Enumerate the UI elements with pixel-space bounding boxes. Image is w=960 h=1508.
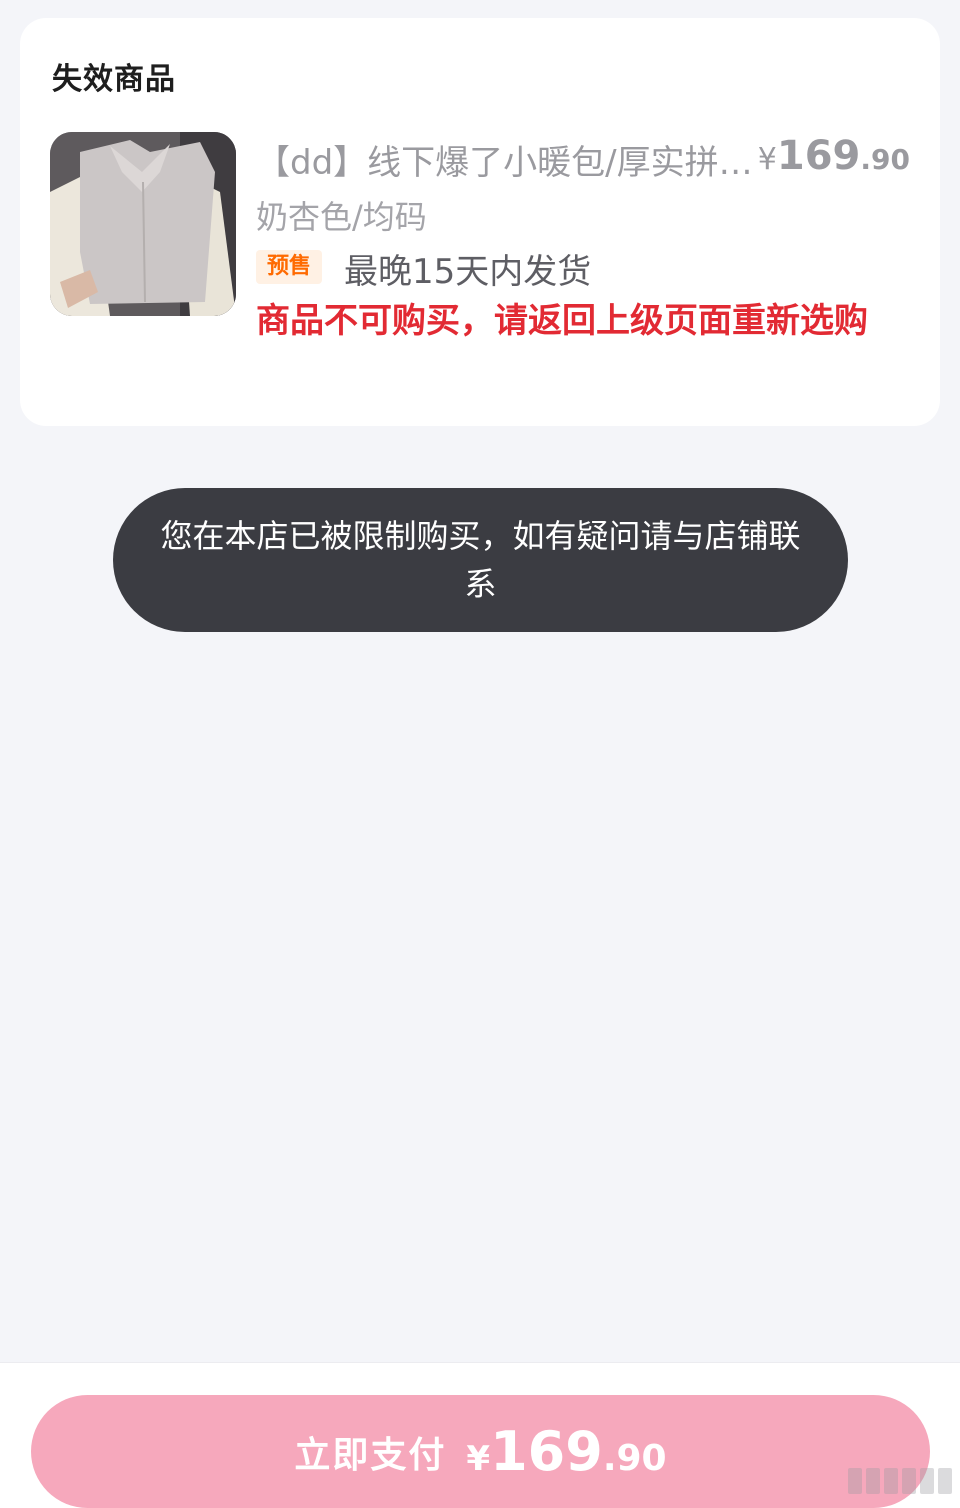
pay-button-label: 立即支付 xyxy=(294,1434,447,1476)
presale-badge: 预售 xyxy=(256,250,322,284)
pay-price-integer: 169 xyxy=(490,1420,603,1483)
shipping-time: 最晚15天内发货 xyxy=(344,252,592,292)
product-thumbnail[interactable] xyxy=(50,132,236,316)
section-title: 失效商品 xyxy=(52,62,176,97)
price-decimal: .90 xyxy=(860,143,910,176)
pay-price-decimal: .90 xyxy=(602,1438,667,1479)
product-title[interactable]: 【dd】线下爆了小暖包/厚实拼接毛毛外套 xyxy=(256,135,756,184)
restriction-toast: 您在本店已被限制购买，如有疑问请与店铺联系 xyxy=(113,488,848,632)
bottom-pay-bar: 立即支付 ¥169.90 xyxy=(0,1362,960,1508)
watermark-icon xyxy=(848,1468,952,1494)
invalid-goods-card: 失效商品 【dd】线下爆了小暖包/厚实拼接毛毛外套 ¥169.90 奶杏色/均码… xyxy=(20,18,940,426)
toast-message: 您在本店已被限制购买，如有疑问请与店铺联系 xyxy=(160,517,801,603)
pay-price-currency: ¥ xyxy=(466,1439,491,1479)
price-currency: ¥ xyxy=(757,142,777,177)
pay-button-price: ¥169.90 xyxy=(466,1420,666,1483)
unavailable-warning: 商品不可购买，请返回上级页面重新选购 xyxy=(256,301,868,341)
price-integer: 169 xyxy=(776,133,861,179)
product-price: ¥169.90 xyxy=(758,133,910,179)
pay-now-button[interactable]: 立即支付 ¥169.90 xyxy=(31,1395,930,1508)
product-sku: 奶杏色/均码 xyxy=(256,198,427,236)
